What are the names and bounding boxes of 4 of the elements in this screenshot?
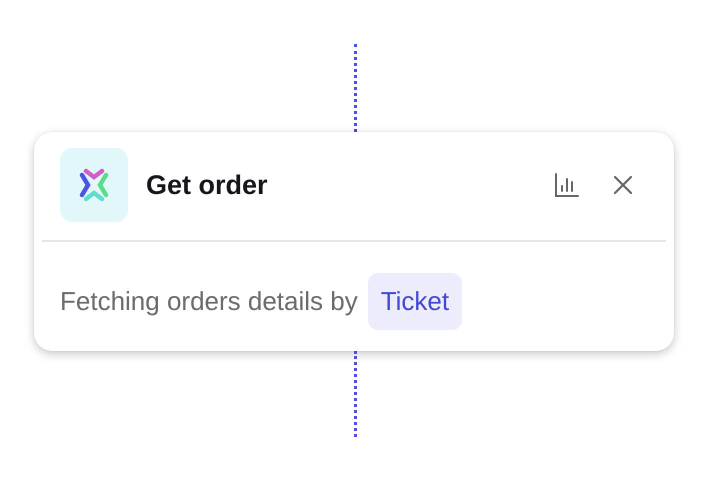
node-title: Get order: [146, 170, 269, 200]
node-description: Fetching orders details by: [60, 286, 358, 317]
ticket-tag[interactable]: Ticket: [368, 273, 462, 330]
app-logo-icon: [60, 148, 128, 222]
